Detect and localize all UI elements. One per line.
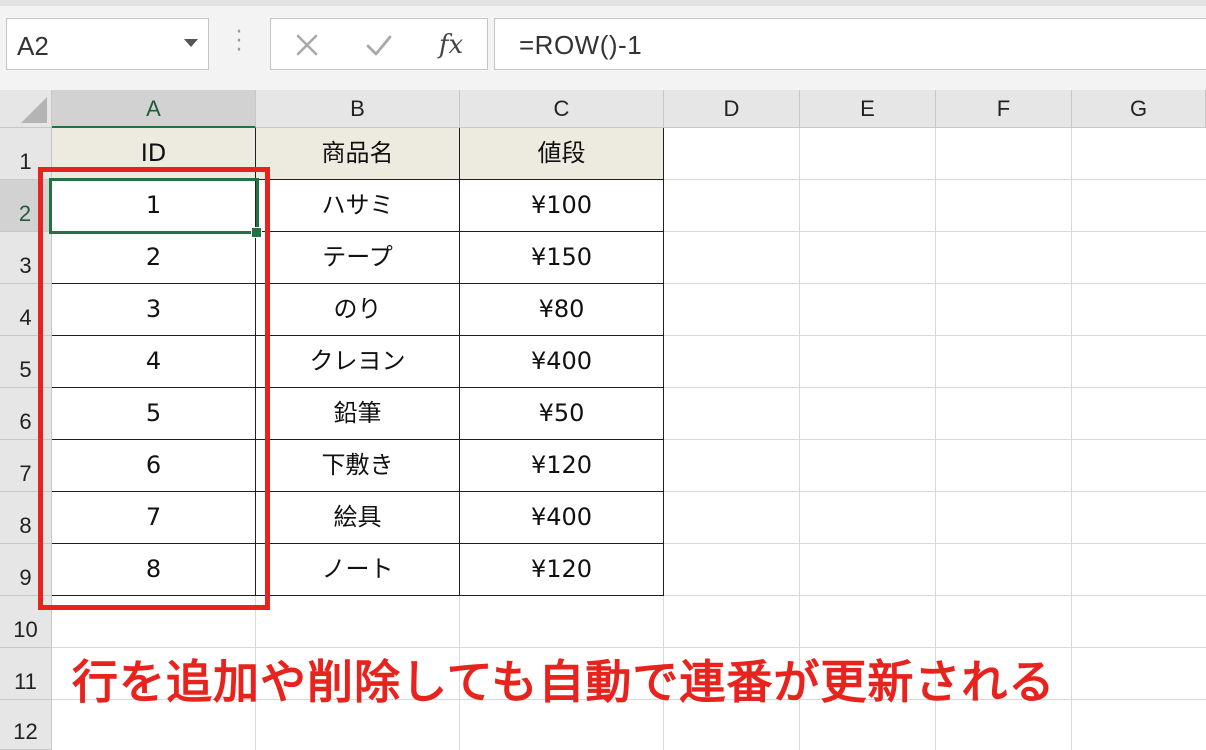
price-cell[interactable]: ¥150	[460, 232, 664, 284]
name-box-value: A2	[17, 31, 49, 61]
row-header-12[interactable]: 12	[0, 700, 52, 750]
formula-input[interactable]: =ROW()-1	[494, 18, 1206, 70]
header-cell-product-name[interactable]: 商品名	[256, 128, 460, 180]
product-name-cell[interactable]: テープ	[256, 232, 460, 284]
price-cell[interactable]: ¥400	[460, 336, 664, 388]
product-name-cell[interactable]: ノート	[256, 544, 460, 596]
row-header-11[interactable]: 11	[0, 648, 52, 700]
row-number: 12	[13, 719, 38, 744]
column-header-f[interactable]: F	[936, 90, 1072, 128]
formula-buttons: fx	[270, 18, 488, 70]
column-header-d[interactable]: D	[664, 90, 800, 128]
column-header-c[interactable]: C	[460, 90, 664, 128]
price-cell[interactable]: ¥400	[460, 492, 664, 544]
product-name-cell[interactable]: クレヨン	[256, 336, 460, 388]
column-header-b[interactable]: B	[256, 90, 460, 128]
annotation-text: 行を追加や削除しても自動で連番が更新される	[72, 655, 1056, 709]
price-cell[interactable]: ¥120	[460, 544, 664, 596]
select-all-icon	[21, 97, 47, 123]
column-header-g[interactable]: G	[1072, 90, 1206, 128]
price-cell[interactable]: ¥50	[460, 388, 664, 440]
product-name-cell[interactable]: 鉛筆	[256, 388, 460, 440]
product-name-cell[interactable]: 絵具	[256, 492, 460, 544]
column-header-e[interactable]: E	[800, 90, 936, 128]
row-number: 10	[13, 617, 38, 642]
column-header-a[interactable]: A	[52, 90, 256, 128]
header-cell-price[interactable]: 値段	[460, 128, 664, 180]
close-icon[interactable]	[287, 25, 327, 65]
price-cell[interactable]: ¥120	[460, 440, 664, 492]
name-box[interactable]: A2	[6, 18, 209, 70]
product-name-cell[interactable]: のり	[256, 284, 460, 336]
chevron-down-icon[interactable]	[184, 39, 198, 47]
row-number: 11	[14, 669, 37, 694]
price-cell[interactable]: ¥80	[460, 284, 664, 336]
annotation-highlight-box	[38, 167, 270, 610]
checkmark-icon[interactable]	[359, 25, 399, 65]
select-all-button[interactable]	[0, 90, 52, 128]
price-cell[interactable]: ¥100	[460, 180, 664, 232]
product-name-cell[interactable]: ハサミ	[256, 180, 460, 232]
formula-text: =ROW()-1	[519, 30, 643, 60]
product-name-cell[interactable]: 下敷き	[256, 440, 460, 492]
more-options-icon[interactable]: · · ·	[234, 22, 244, 62]
insert-function-icon[interactable]: fx	[431, 25, 471, 65]
